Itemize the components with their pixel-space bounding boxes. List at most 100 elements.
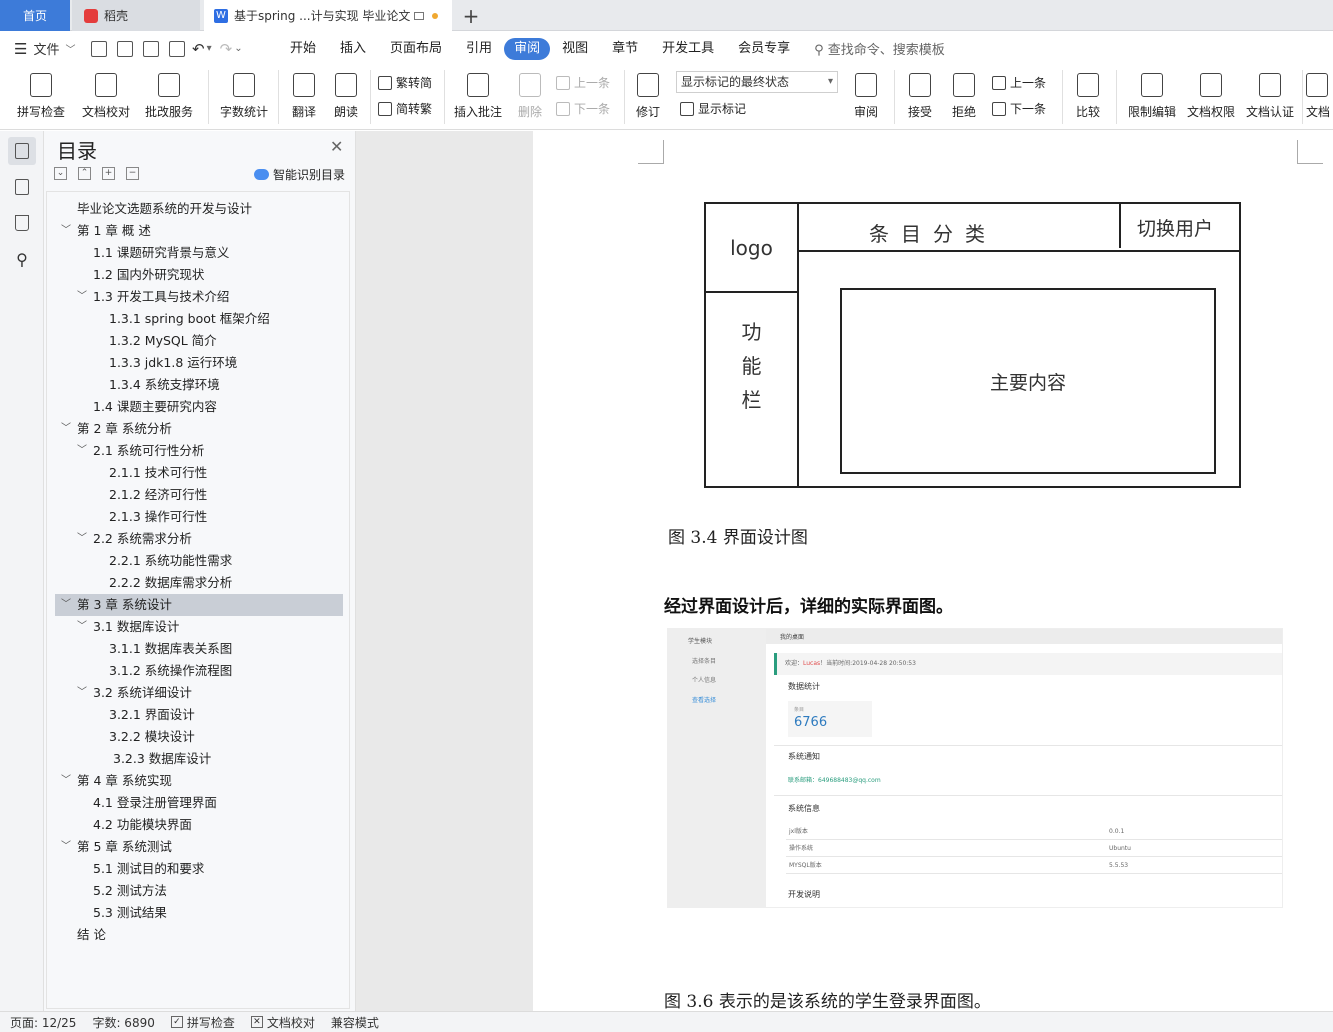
toc-item[interactable]: 5.2 测试方法 <box>55 880 343 902</box>
toc-item[interactable]: 1.3.1 spring boot 框架介绍 <box>55 308 343 330</box>
tab-home[interactable]: 首页 <box>0 0 70 31</box>
toc-item[interactable]: 3.2.2 模块设计 <box>55 726 343 748</box>
tab-document[interactable]: W 基于spring ...计与实现 毕业论文 <box>204 0 452 31</box>
word-count-button[interactable]: 字数统计 <box>216 66 272 126</box>
read-aloud-button[interactable]: 朗读 <box>328 66 364 126</box>
customize-dropdown-icon[interactable]: ⌄ <box>234 43 242 54</box>
save-icon[interactable] <box>91 40 107 57</box>
toc-item[interactable]: ﹀ 第 2 章 系统分析 <box>55 418 343 440</box>
delete-comment-button[interactable]: 删除 <box>510 66 550 126</box>
tab-chapter[interactable]: 章节 <box>600 38 650 60</box>
tab-review[interactable]: 审阅 <box>504 37 551 60</box>
doc-proof-button[interactable]: 文档校对 <box>78 66 134 126</box>
reject-button[interactable]: 拒绝 <box>944 66 984 126</box>
toc-item[interactable]: 结 论 <box>55 924 343 946</box>
spell-check-status[interactable]: ✓ 拼写检查 <box>170 1014 235 1031</box>
undo-icon[interactable]: ↶ <box>192 40 205 58</box>
toc-item[interactable]: 5.1 测试目的和要求 <box>55 858 343 880</box>
expand-chevron-icon[interactable]: ﹀ <box>77 528 87 550</box>
new-tab-button[interactable]: + <box>456 0 486 31</box>
toc-item[interactable]: 3.2.3 数据库设计 <box>55 748 343 770</box>
expand-chevron-icon[interactable]: ﹀ <box>77 440 87 462</box>
doc-proof-status[interactable]: ✕ 文档校对 <box>250 1014 315 1031</box>
toc-item[interactable]: ﹀ 第 5 章 系统测试 <box>55 836 343 858</box>
tab-start[interactable]: 开始 <box>278 38 328 60</box>
tab-daoke[interactable]: 稻壳 <box>72 0 200 31</box>
toc-item[interactable]: 毕业论文选题系统的开发与设计 <box>55 198 343 220</box>
undo-dropdown-icon[interactable]: ▾ <box>207 43 212 54</box>
toc-item[interactable]: 1.3.4 系统支撑环境 <box>55 374 343 396</box>
doc-more-button[interactable]: 文档 <box>1306 66 1333 126</box>
word-count-indicator[interactable]: 字数: 6890 <box>92 1014 154 1031</box>
remove-heading-icon[interactable]: − <box>126 167 139 180</box>
toc-item[interactable]: 2.1.2 经济可行性 <box>55 484 343 506</box>
prev-revision-button[interactable]: 上一条 <box>992 74 1046 91</box>
bookmark-button[interactable] <box>8 209 36 237</box>
tab-member[interactable]: 会员专享 <box>726 38 802 60</box>
toc-item[interactable]: 3.1.1 数据库表关系图 <box>55 638 343 660</box>
markup-state-select[interactable]: 显示标记的最终状态 <box>676 71 838 93</box>
tab-insert[interactable]: 插入 <box>328 38 378 60</box>
toc-item[interactable]: ﹀ 3.2 系统详细设计 <box>55 682 343 704</box>
toc-item[interactable]: 2.2.1 系统功能性需求 <box>55 550 343 572</box>
print-icon[interactable] <box>143 40 159 57</box>
toc-item[interactable]: 5.3 测试结果 <box>55 902 343 924</box>
toc-item[interactable]: 4.2 功能模块界面 <box>55 814 343 836</box>
expand-all-icon[interactable]: ⌃ <box>78 167 91 180</box>
restrict-edit-button[interactable]: 限制编辑 <box>1124 66 1180 126</box>
doc-permission-button[interactable]: 文档权限 <box>1184 66 1238 126</box>
find-button[interactable]: ⚲ <box>8 245 36 273</box>
prev-comment-button[interactable]: 上一条 <box>556 74 610 91</box>
expand-chevron-icon[interactable]: ﹀ <box>61 594 71 616</box>
toc-item[interactable]: ﹀ 第 3 章 系统设计 <box>55 594 343 616</box>
trad-to-simp-button[interactable]: 繁转简 <box>378 74 432 91</box>
toc-item[interactable]: 3.1.2 系统操作流程图 <box>55 660 343 682</box>
close-icon[interactable]: ✕ <box>330 137 343 156</box>
insert-comment-button[interactable]: 插入批注 <box>450 66 506 126</box>
expand-chevron-icon[interactable]: ﹀ <box>77 682 87 704</box>
expand-chevron-icon[interactable]: ﹀ <box>77 616 87 638</box>
toc-item[interactable]: 2.1.3 操作可行性 <box>55 506 343 528</box>
toc-item[interactable]: 1.3.2 MySQL 简介 <box>55 330 343 352</box>
toc-item[interactable]: 1.3.3 jdk1.8 运行环境 <box>55 352 343 374</box>
file-menu[interactable]: ☰ 文件 ﹀ <box>0 39 86 59</box>
chapter-nav-button[interactable] <box>8 173 36 201</box>
expand-chevron-icon[interactable]: ﹀ <box>61 220 71 242</box>
translate-button[interactable]: 翻译 <box>284 66 324 126</box>
toc-item[interactable]: 1.1 课题研究背景与意义 <box>55 242 343 264</box>
review-pane-button[interactable]: 审阅 <box>846 66 886 126</box>
tab-view[interactable]: 视图 <box>550 38 600 60</box>
add-heading-icon[interactable]: + <box>102 167 115 180</box>
next-revision-button[interactable]: 下一条 <box>992 100 1046 117</box>
toc-item[interactable]: ﹀ 第 4 章 系统实现 <box>55 770 343 792</box>
toc-panel-button[interactable] <box>8 137 36 165</box>
toc-item[interactable]: ﹀ 3.1 数据库设计 <box>55 616 343 638</box>
toc-item[interactable]: ﹀ 第 1 章 概 述 <box>55 220 343 242</box>
toc-item[interactable]: 2.1.1 技术可行性 <box>55 462 343 484</box>
toc-item[interactable]: 2.2.2 数据库需求分析 <box>55 572 343 594</box>
export-pdf-icon[interactable] <box>117 40 133 57</box>
toc-item[interactable]: ﹀ 1.3 开发工具与技术介绍 <box>55 286 343 308</box>
revise-button[interactable]: 修订 <box>630 66 666 126</box>
tab-references[interactable]: 引用 <box>454 38 504 60</box>
redo-icon[interactable]: ↷ <box>220 40 233 58</box>
command-search[interactable]: ⚲ 查找命令、搜索模板 <box>814 39 945 58</box>
show-markup-button[interactable]: 显示标记 <box>680 100 746 117</box>
simp-to-trad-button[interactable]: 简转繁 <box>378 100 432 117</box>
next-comment-button[interactable]: 下一条 <box>556 100 610 117</box>
toc-item[interactable]: 4.1 登录注册管理界面 <box>55 792 343 814</box>
print-preview-icon[interactable] <box>169 40 185 57</box>
toc-item[interactable]: ﹀ 2.2 系统需求分析 <box>55 528 343 550</box>
collapse-all-icon[interactable]: ⌄ <box>54 167 67 180</box>
smart-toc-button[interactable]: 智能识别目录 <box>254 166 345 183</box>
tab-developer[interactable]: 开发工具 <box>650 38 726 60</box>
expand-chevron-icon[interactable]: ﹀ <box>61 770 71 792</box>
tab-page-layout[interactable]: 页面布局 <box>378 38 454 60</box>
expand-chevron-icon[interactable]: ﹀ <box>77 286 87 308</box>
accept-button[interactable]: 接受 <box>900 66 940 126</box>
toc-item[interactable]: 1.2 国内外研究现状 <box>55 264 343 286</box>
expand-chevron-icon[interactable]: ﹀ <box>61 418 71 440</box>
expand-chevron-icon[interactable]: ﹀ <box>61 836 71 858</box>
spell-check-button[interactable]: 拼写检查 <box>10 66 72 126</box>
toc-item[interactable]: 3.2.1 界面设计 <box>55 704 343 726</box>
